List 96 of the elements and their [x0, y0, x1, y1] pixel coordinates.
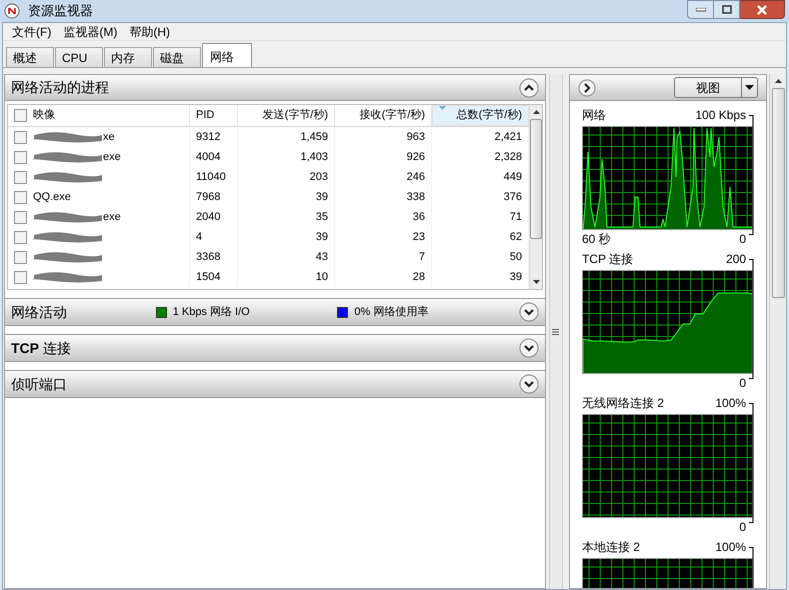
section-title: 网络活动的进程	[11, 78, 109, 97]
section-header[interactable]: 网络活动的进程	[5, 75, 545, 101]
table-cell: 23	[335, 227, 432, 247]
view-dropdown[interactable]: 视图	[674, 77, 758, 98]
section-header[interactable]: 侦听端口	[5, 370, 545, 398]
menu-item[interactable]: 监视器(M)	[58, 22, 122, 40]
table-cell: 7	[335, 247, 432, 267]
graph-max-label: 200	[726, 251, 746, 267]
graph-title: 本地连接 2	[582, 539, 640, 555]
graph-min-label: 0	[739, 375, 746, 391]
table-cell: 3368	[190, 247, 238, 267]
tab[interactable]: CPU	[55, 47, 103, 67]
column-label: 发送(字节/秒)	[262, 108, 328, 124]
graph-title: TCP 连接	[582, 251, 634, 267]
section-title: 侦听端口	[11, 374, 68, 394]
checkbox[interactable]	[14, 170, 27, 184]
table-cell: 963	[335, 127, 432, 147]
section-header[interactable]: TCP 连接	[5, 334, 545, 362]
table-cell: 7968	[190, 187, 238, 207]
graph-min-label: 0	[739, 231, 746, 247]
expand-panel-icon[interactable]	[578, 78, 596, 96]
expand-icon[interactable]	[519, 338, 539, 358]
table-cell: 1,459	[238, 127, 335, 147]
checkbox[interactable]	[14, 190, 27, 204]
menu-item[interactable]: 文件(F)	[7, 22, 56, 40]
legend-label: 1 Kbps 网络 I/O	[172, 304, 251, 320]
scrollbar[interactable]	[549, 74, 563, 589]
graph-min-label: 0	[739, 519, 746, 535]
minimize-icon	[696, 8, 706, 12]
column-label: 映像	[33, 108, 55, 124]
tab[interactable]: 内存	[104, 47, 152, 67]
table-cell: 246	[335, 167, 432, 187]
checkbox[interactable]	[14, 230, 27, 244]
menu-item[interactable]: 帮助(H)	[124, 22, 175, 40]
grip-icon[interactable]	[552, 328, 560, 334]
checkbox[interactable]	[14, 130, 27, 144]
checkbox[interactable]	[14, 270, 27, 284]
section-title: 网络活动	[11, 302, 68, 322]
maximize-icon	[722, 5, 732, 14]
minimize-button[interactable]	[687, 0, 714, 19]
section-title: TCP 连接	[11, 338, 72, 358]
table-cell: 4004	[190, 147, 238, 167]
table-cell: 39	[238, 187, 335, 207]
graph-max-label: 100%	[715, 539, 746, 555]
table-cell: 4	[190, 227, 238, 247]
maximize-button[interactable]	[714, 0, 740, 19]
table-cell: 39	[238, 227, 335, 247]
table-cell: 28	[335, 267, 432, 287]
scroll-up-icon[interactable]	[532, 110, 540, 114]
table-cell: 203	[238, 167, 335, 187]
process-name: QQ.exe	[33, 190, 71, 205]
scroll-up-icon[interactable]	[774, 79, 782, 83]
expand-icon[interactable]	[519, 302, 540, 322]
process-name: exe	[103, 210, 121, 225]
tab[interactable]: 网络	[202, 43, 252, 67]
process-name: exe	[103, 150, 121, 165]
column-label: 总数(字节/秒)	[456, 108, 522, 124]
column-header[interactable]: 总数(字节/秒)	[432, 105, 529, 126]
scrollbar[interactable]	[769, 74, 786, 589]
table-cell: 35	[238, 207, 335, 227]
collapse-icon[interactable]	[519, 78, 539, 98]
table-cell: 9312	[190, 127, 238, 147]
tab[interactable]: 概述	[6, 47, 54, 67]
graph-title: 无线网络连接 2	[582, 395, 664, 411]
graph-max-label: 100 Kbps	[695, 107, 746, 123]
sort-arrow-icon	[439, 106, 446, 110]
expand-icon[interactable]	[519, 374, 539, 394]
checkbox[interactable]	[14, 150, 27, 164]
tab[interactable]: 磁盘	[153, 47, 201, 67]
graph-max-label: 100%	[715, 395, 746, 411]
checkbox[interactable]	[14, 210, 27, 224]
table-cell: 1504	[190, 267, 238, 287]
table-cell: 2040	[190, 207, 238, 227]
window-title: 资源监视器	[28, 2, 93, 20]
table-cell: 338	[335, 187, 432, 207]
column-label: 接收(字节/秒)	[360, 108, 425, 124]
scroll-down-icon[interactable]	[532, 280, 540, 284]
table-cell: 11040	[190, 167, 238, 187]
table-cell: 926	[335, 147, 432, 167]
scrollbar[interactable]	[529, 105, 542, 289]
legend-label: 0% 网络使用率	[354, 304, 430, 320]
section-header[interactable]: 网络活动 1 Kbps 网络 I/O 0% 网络使用率	[5, 298, 545, 326]
table-cell: 36	[335, 207, 432, 227]
table-cell: 43	[238, 247, 335, 267]
table-cell: 1,403	[238, 147, 335, 167]
process-name: xe	[103, 130, 115, 145]
caret-icon	[745, 85, 754, 90]
column-label: PID	[196, 108, 214, 124]
checkbox[interactable]	[14, 109, 27, 122]
table-cell: 10	[238, 267, 335, 287]
close-button[interactable]	[740, 0, 785, 19]
checkbox[interactable]	[14, 250, 27, 264]
monitor-icon	[4, 3, 20, 19]
graph-time-label: 60 秒	[582, 231, 611, 247]
close-icon	[756, 4, 768, 14]
graph-title: 网络	[582, 107, 606, 123]
